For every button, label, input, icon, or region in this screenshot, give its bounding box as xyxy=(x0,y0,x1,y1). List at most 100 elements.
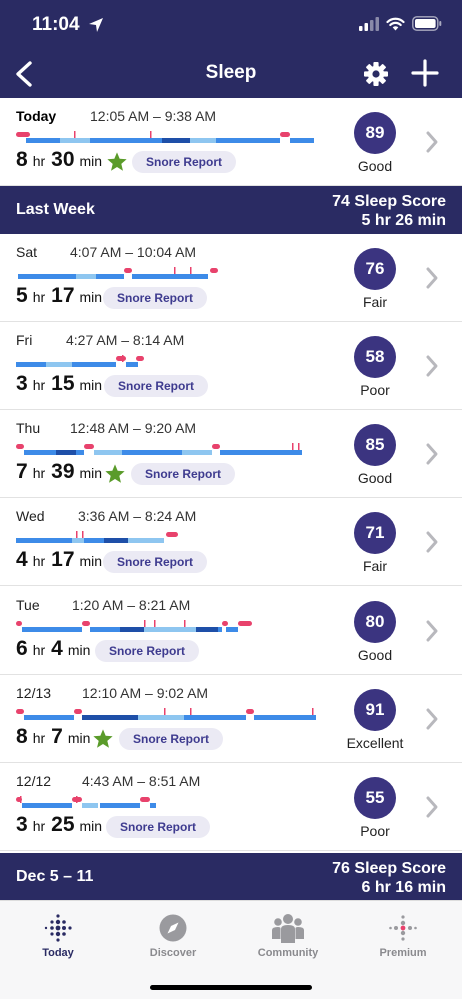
chevron-right-icon xyxy=(426,708,438,730)
chevron-right-icon xyxy=(426,131,438,153)
snore-report-button[interactable]: Snore Report xyxy=(132,151,237,173)
chevron-right-icon xyxy=(426,796,438,818)
day-label: 12/13 xyxy=(16,685,52,701)
status-indicators xyxy=(359,16,442,31)
sleep-log-tue[interactable]: Tue 1:20 AM – 8:21 AM 6 hr 4 min Snore Rep… xyxy=(0,587,462,675)
sleep-log-12-13[interactable]: 12/13 12:10 AM – 9:02 AM 8 hr 7 min Snore … xyxy=(0,675,462,763)
day-label: 12/12 xyxy=(16,773,52,789)
week-header-dec-5-11: Dec 5 – 11 76 Sleep Score 6 hr 16 min xyxy=(0,853,462,901)
sleep-score-badge: 85 xyxy=(354,424,396,466)
day-label: Sat xyxy=(16,244,38,260)
snore-report-button[interactable]: Snore Report xyxy=(131,463,236,485)
sleep-score-badge: 89 xyxy=(354,112,396,154)
snore-report-button[interactable]: Snore Report xyxy=(95,640,200,662)
time-range: 12:48 AM – 9:20 AM xyxy=(70,420,197,436)
day-label: Thu xyxy=(16,420,41,436)
sleep-duration: 3 hr 25 min xyxy=(16,813,103,836)
sleep-stage-bar xyxy=(16,131,314,143)
tab-label: Community xyxy=(257,947,319,959)
snore-report-button[interactable]: Snore Report xyxy=(103,551,208,573)
time-range: 12:05 AM – 9:38 AM xyxy=(90,108,217,124)
star-icon xyxy=(105,464,125,483)
star-icon xyxy=(107,152,127,171)
time-range: 3:36 AM – 8:24 AM xyxy=(78,508,197,524)
star-icon xyxy=(93,729,113,748)
chevron-right-icon xyxy=(426,531,438,553)
snore-report-button[interactable]: Snore Report xyxy=(106,816,211,838)
score-label: Good xyxy=(357,647,393,663)
sleep-stage-bar xyxy=(16,620,252,632)
sleep-log-wed[interactable]: Wed 3:36 AM – 8:24 AM 4 hr 17 min Snore Re… xyxy=(0,498,462,586)
score-label: Fair xyxy=(362,558,388,574)
sleep-duration: 7 hr 39 min xyxy=(16,460,103,483)
gear-icon[interactable] xyxy=(363,61,389,87)
battery-icon xyxy=(412,16,442,31)
sleep-log-fri[interactable]: Fri 4:27 AM – 8:14 AM 3 hr 15 min Snore Re… xyxy=(0,322,462,410)
snore-report-button[interactable]: Snore Report xyxy=(104,375,209,397)
tab-label: Premium xyxy=(379,947,427,959)
fitbit-dots-icon xyxy=(44,914,72,942)
sleep-duration: 5 hr 17 min xyxy=(16,284,103,307)
score-label: Fair xyxy=(362,294,388,310)
score-label: Poor xyxy=(360,823,390,839)
score-label: Good xyxy=(357,158,393,174)
day-label: Today xyxy=(16,108,57,124)
sleep-score-badge: 76 xyxy=(354,248,396,290)
sleep-duration: 4 hr 17 min xyxy=(16,548,103,571)
week-header-last-week: Last Week 74 Sleep Score 5 hr 26 min xyxy=(0,186,462,234)
premium-dots-icon xyxy=(389,915,417,941)
sleep-duration: 3 hr 15 min xyxy=(16,372,103,395)
page-title: Sleep xyxy=(205,62,257,83)
sleep-score-badge: 80 xyxy=(354,601,396,643)
chevron-right-icon xyxy=(426,267,438,289)
day-label: Wed xyxy=(16,508,45,524)
tab-premium[interactable]: Premium xyxy=(353,913,453,959)
signal-icon xyxy=(359,16,379,31)
sleep-log-12-12[interactable]: 12/12 4:43 AM – 8:51 AM 3 hr 25 min Snore … xyxy=(0,763,462,851)
sleep-stage-bar xyxy=(16,531,178,543)
tab-today[interactable]: Today xyxy=(8,913,108,959)
sleep-stage-bar xyxy=(16,443,302,455)
sleep-score-badge: 71 xyxy=(354,512,396,554)
sleep-stage-bar xyxy=(16,708,316,720)
location-arrow-icon xyxy=(89,18,103,32)
chevron-right-icon xyxy=(426,620,438,642)
tab-community[interactable]: Community xyxy=(238,913,338,959)
sleep-score-badge: 55 xyxy=(354,777,396,819)
time-range: 4:07 AM – 10:04 AM xyxy=(70,244,197,260)
time-range: 1:20 AM – 8:21 AM xyxy=(72,597,191,613)
add-plus-icon[interactable] xyxy=(411,59,439,87)
sleep-duration: 8 hr 30 min xyxy=(16,148,103,171)
sleep-stage-bar xyxy=(16,355,144,367)
week-title: Dec 5 – 11 xyxy=(16,868,94,885)
week-summary: 74 Sleep Score 5 hr 26 min xyxy=(332,193,446,229)
app-header: 11:04 Sleep xyxy=(0,0,462,98)
people-icon xyxy=(272,914,304,943)
compass-icon xyxy=(159,914,187,942)
day-label: Fri xyxy=(16,332,33,348)
sleep-stage-bar xyxy=(16,796,156,808)
score-label: Poor xyxy=(360,382,390,398)
wifi-icon xyxy=(386,17,405,30)
tab-label: Today xyxy=(42,947,74,959)
time-range: 12:10 AM – 9:02 AM xyxy=(82,685,209,701)
score-label: Excellent xyxy=(346,735,404,751)
sleep-log-today[interactable]: Today 12:05 AM – 9:38 AM 8 hr 30 min Snore… xyxy=(0,98,462,186)
week-summary: 76 Sleep Score 6 hr 16 min xyxy=(332,860,446,896)
week-title: Last Week xyxy=(16,201,95,218)
snore-report-button[interactable]: Snore Report xyxy=(103,287,208,309)
sleep-log-thu[interactable]: Thu 12:48 AM – 9:20 AM 7 hr 39 min Snore R… xyxy=(0,410,462,498)
home-indicator[interactable] xyxy=(150,985,312,990)
sleep-log-sat[interactable]: Sat 4:07 AM – 10:04 AM 5 hr 17 min Snore R… xyxy=(0,234,462,322)
tab-label: Discover xyxy=(149,947,197,959)
score-label: Good xyxy=(357,470,393,486)
chevron-right-icon xyxy=(426,355,438,377)
snore-report-button[interactable]: Snore Report xyxy=(119,728,224,750)
time-range: 4:27 AM – 8:14 AM xyxy=(66,332,185,348)
sleep-score-badge: 58 xyxy=(354,336,396,378)
tab-discover[interactable]: Discover xyxy=(123,913,223,959)
day-label: Tue xyxy=(16,597,40,613)
status-time: 11:04 xyxy=(32,14,80,35)
time-range: 4:43 AM – 8:51 AM xyxy=(82,773,201,789)
sleep-duration: 6 hr 4 min xyxy=(16,637,91,660)
